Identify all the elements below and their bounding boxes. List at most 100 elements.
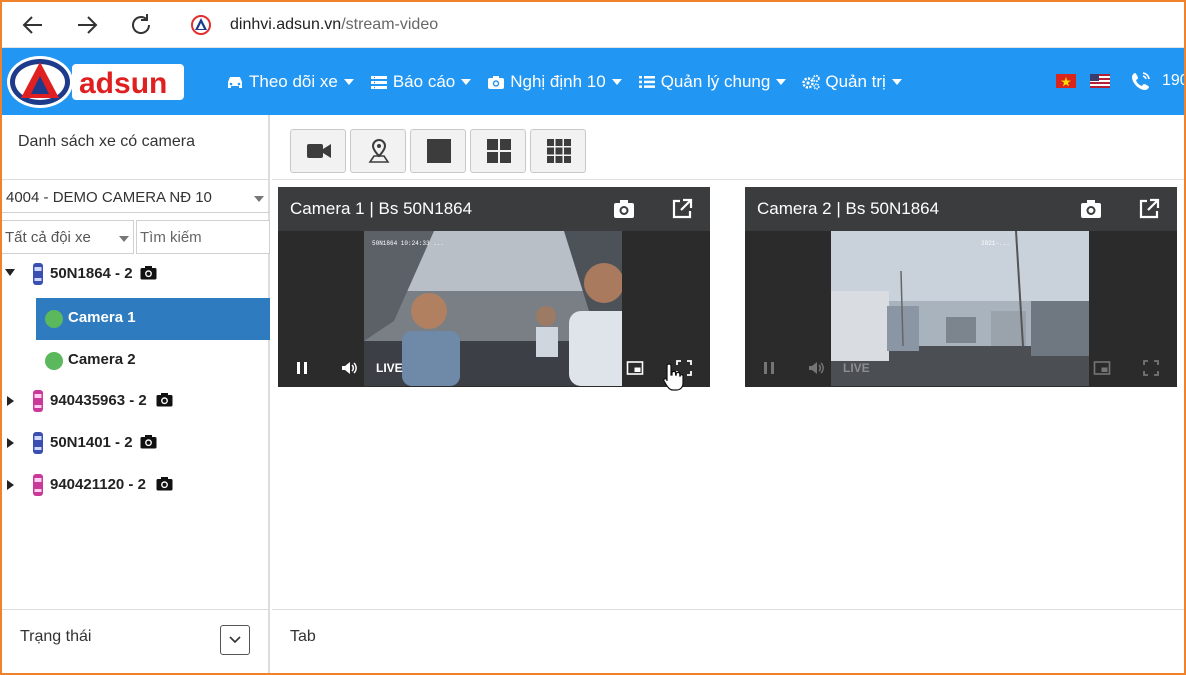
us-flag-icon[interactable] — [1090, 74, 1110, 88]
app-header: adsun Theo dõi xe Báo cáo Nghị định 10 Q… — [2, 48, 1184, 115]
menu-theo-doi-xe[interactable]: Theo dõi xe — [226, 72, 354, 92]
list-icon — [638, 74, 656, 90]
video-camera-button[interactable] — [290, 129, 346, 173]
caret-down-icon — [461, 78, 472, 85]
chevron-down-icon — [254, 196, 264, 202]
camera-label: Camera 2 — [68, 351, 136, 368]
main-menu: Theo dõi xe Báo cáo Nghị định 10 Quản lý… — [226, 48, 918, 115]
back-arrow-icon[interactable] — [18, 10, 48, 40]
company-select[interactable]: 4004 - DEMO CAMERA NĐ 10 — [2, 183, 270, 213]
expand-toggle-icon[interactable] — [7, 480, 14, 490]
car-icon — [226, 74, 244, 90]
hotline-number[interactable]: 190 — [1162, 72, 1184, 90]
camera-player-1[interactable]: Camera 1 | Bs 50N1864 50N1864 10:24:33 .… — [278, 187, 710, 387]
search-input[interactable] — [136, 220, 270, 254]
sidebar-title: Danh sách xe có camera — [18, 133, 195, 150]
snapshot-icon[interactable] — [612, 197, 636, 221]
reload-icon[interactable] — [126, 10, 156, 40]
fullscreen-icon[interactable] — [1142, 359, 1160, 377]
menu-label: Quản trị — [825, 71, 886, 91]
tab-label[interactable]: Tab — [290, 628, 316, 646]
map-marker-button[interactable] — [350, 129, 406, 173]
camera-title: Camera 2 | Bs 50N1864 — [757, 199, 940, 218]
car-icon — [32, 473, 44, 497]
picture-in-picture-icon[interactable] — [1093, 359, 1111, 377]
open-external-icon[interactable] — [670, 197, 694, 221]
expand-toggle-icon[interactable] — [7, 438, 14, 448]
logo-text: adsun — [79, 67, 167, 100]
forward-arrow-icon[interactable] — [72, 10, 102, 40]
tree-item-camera-1[interactable]: Camera 1 — [36, 298, 270, 340]
tree-item-camera-2[interactable]: Camera 2 — [36, 340, 270, 382]
status-label: Trạng thái — [20, 628, 92, 645]
open-external-icon[interactable] — [1137, 197, 1161, 221]
volume-icon[interactable] — [807, 359, 825, 377]
menu-label: Theo dõi xe — [249, 71, 338, 91]
menu-nghi-dinh-10[interactable]: Nghị định 10 — [487, 72, 622, 92]
layout-1-button[interactable] — [410, 129, 466, 173]
vehicle-sidebar: Danh sách xe có camera 4004 - DEMO CAMER… — [2, 115, 270, 673]
report-icon — [370, 74, 388, 90]
expand-toggle-icon[interactable] — [7, 396, 14, 406]
team-filter-value: Tất cả đội xe — [5, 229, 91, 246]
layout-4-button[interactable] — [470, 129, 526, 173]
team-filter-select[interactable]: Tất cả đội xe — [2, 220, 134, 254]
volume-icon[interactable] — [340, 359, 358, 377]
video-controls: LIVE — [278, 351, 710, 385]
tree-item-vehicle[interactable]: 940421120 - 2 — [2, 465, 270, 505]
chevron-down-icon — [119, 236, 129, 242]
layout-9-button[interactable] — [530, 129, 586, 173]
vietnam-flag-icon[interactable] — [1056, 74, 1076, 88]
layout-1-icon — [427, 139, 451, 163]
picture-in-picture-icon[interactable] — [626, 359, 644, 377]
caret-down-icon — [776, 78, 787, 85]
live-indicator: LIVE — [843, 361, 870, 375]
tree-item-vehicle[interactable]: 940435963 - 2 — [2, 381, 270, 421]
snapshot-icon[interactable] — [1079, 197, 1103, 221]
camera-icon — [140, 265, 157, 280]
status-panel: Trạng thái — [2, 609, 270, 673]
camera-header: Camera 2 | Bs 50N1864 — [745, 187, 1177, 231]
menu-quan-tri[interactable]: Quản trị — [802, 71, 902, 92]
car-icon — [32, 262, 44, 286]
menu-bao-cao[interactable]: Báo cáo — [370, 71, 472, 92]
camera-icon — [156, 392, 173, 407]
video-camera-icon — [307, 144, 331, 158]
url-text[interactable]: dinhvi.adsun.vn/stream-video — [230, 16, 438, 34]
url-host: dinhvi.adsun.vn — [230, 16, 342, 33]
tree-item-vehicle[interactable]: 50N1401 - 2 — [2, 423, 270, 463]
menu-quan-ly-chung[interactable]: Quản lý chung — [638, 72, 787, 92]
adsun-logo[interactable]: adsun — [4, 54, 188, 110]
video-controls: LIVE — [745, 351, 1177, 385]
tree-item-vehicle[interactable]: 50N1864 - 2 — [2, 254, 270, 294]
company-value: 4004 - DEMO CAMERA NĐ 10 — [6, 189, 212, 206]
layout-4-icon — [487, 139, 511, 163]
online-status-dot — [45, 352, 63, 370]
pause-icon[interactable] — [293, 359, 311, 377]
car-icon — [32, 389, 44, 413]
tab-panel: Tab — [272, 609, 1184, 673]
online-status-dot — [45, 310, 63, 328]
layout-9-icon — [547, 139, 571, 163]
status-toggle-button[interactable] — [220, 625, 250, 655]
expand-toggle-icon[interactable] — [5, 269, 15, 276]
caret-down-icon — [343, 78, 354, 85]
map-marker-icon — [368, 138, 390, 163]
svg-text:50N1864 10:24:33 ...: 50N1864 10:24:33 ... — [372, 240, 444, 247]
camera-header: Camera 1 | Bs 50N1864 — [278, 187, 710, 231]
menu-label: Báo cáo — [392, 71, 456, 91]
svg-text:2021-...: 2021-... — [981, 240, 1010, 247]
live-indicator: LIVE — [376, 361, 403, 375]
camera-player-2[interactable]: Camera 2 | Bs 50N1864 2021-... LIVE — [745, 187, 1177, 387]
view-toolbar — [272, 115, 1184, 180]
divider — [2, 179, 270, 180]
vehicle-label: 50N1864 - 2 — [50, 265, 133, 282]
camera-icon — [140, 434, 157, 449]
url-path: /stream-video — [341, 16, 439, 33]
camera-title: Camera 1 | Bs 50N1864 — [290, 199, 473, 218]
pause-icon[interactable] — [760, 359, 778, 377]
car-icon — [32, 431, 44, 455]
menu-label: Quản lý chung — [660, 71, 771, 91]
main-content: Camera 1 | Bs 50N1864 50N1864 10:24:33 .… — [272, 115, 1184, 673]
caret-down-icon — [611, 78, 622, 85]
